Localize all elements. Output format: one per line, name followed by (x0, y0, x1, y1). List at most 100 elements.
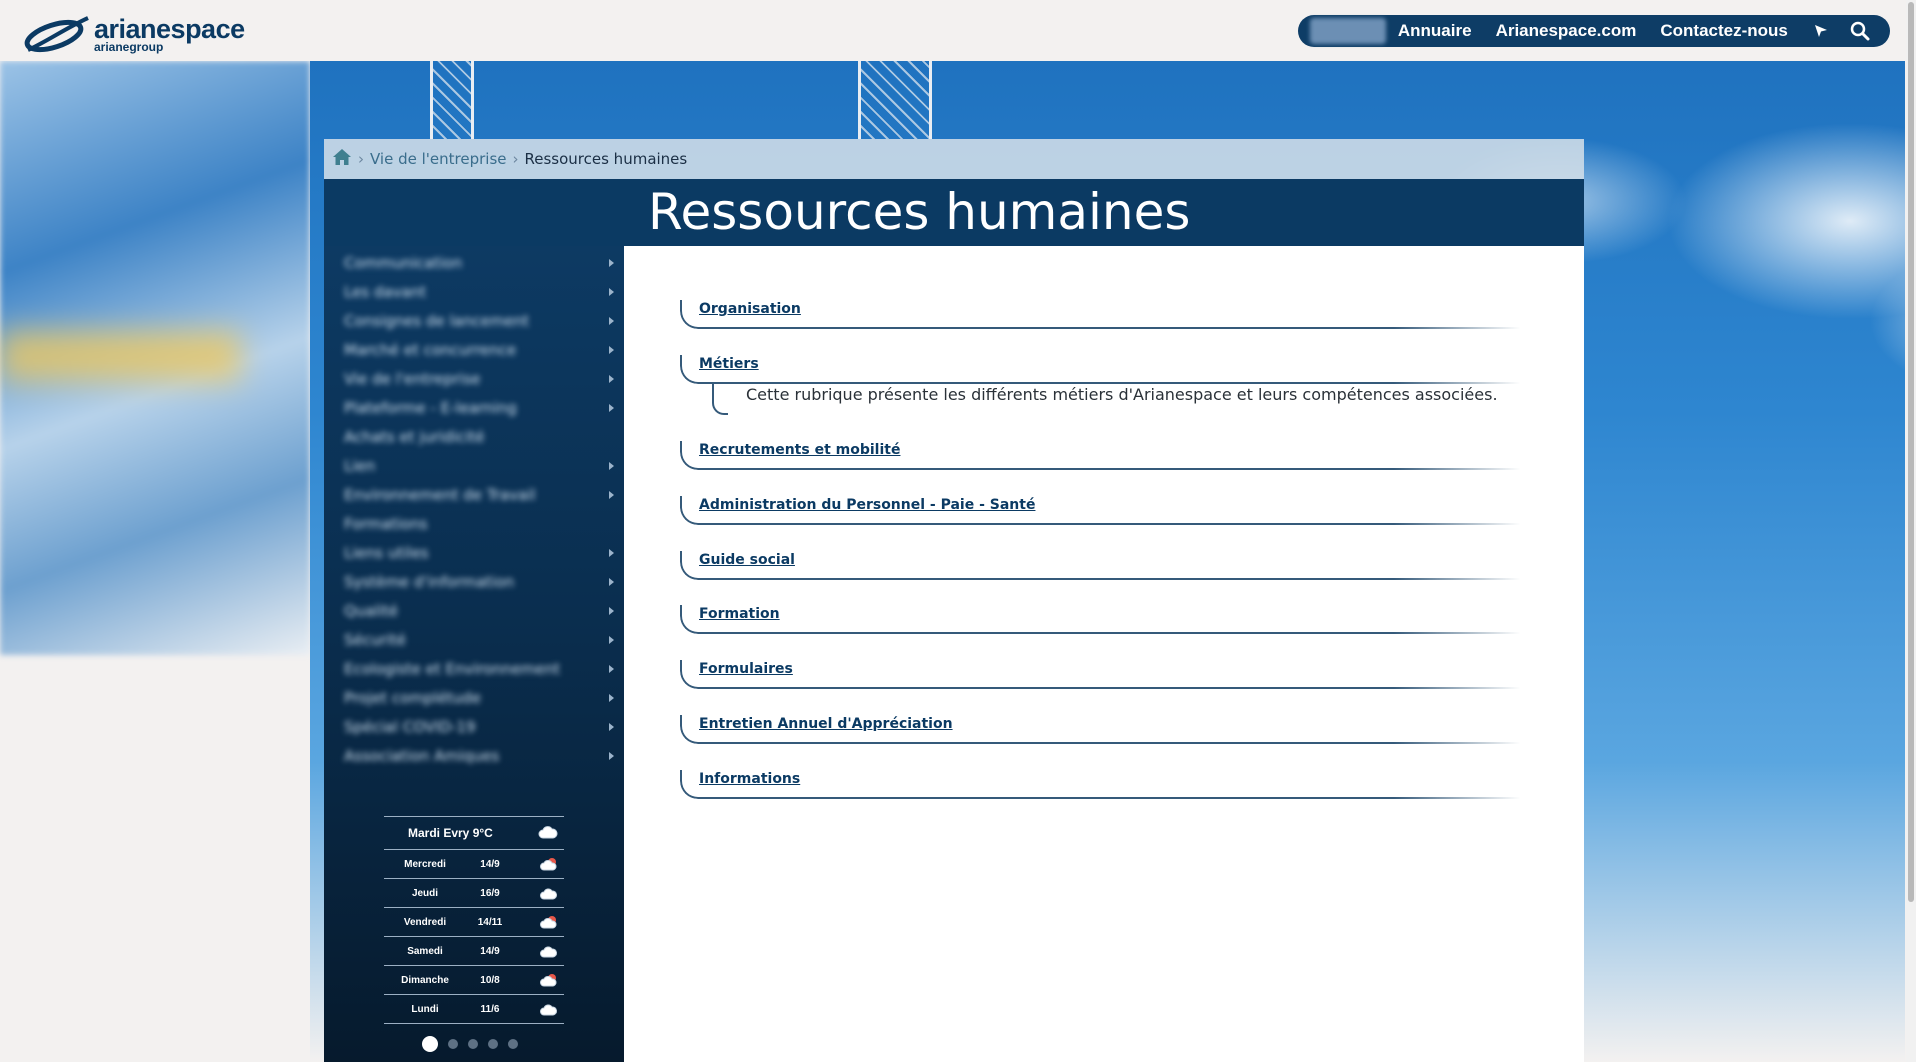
weather-day: Jeudi (411, 888, 439, 899)
weather-pager-dot[interactable] (508, 1039, 518, 1049)
sidebar-menu-item-label: Communication (344, 253, 463, 272)
section-title-link[interactable]: Formation (680, 603, 1520, 625)
logo-sub-text: arianegroup (94, 40, 164, 54)
weather-forecast-row: Vendredi 14/11 (384, 908, 564, 937)
content-section: Organisation (680, 298, 1520, 329)
nav-link-contactez-nous[interactable]: Contactez-nous (1660, 21, 1788, 41)
breadcrumb-separator-icon: › (358, 150, 364, 168)
sidebar-menu-item-label: Consignes de lancement (344, 311, 530, 330)
chevron-right-icon (609, 578, 614, 586)
weather-day: Mercredi (404, 859, 446, 870)
cloud-icon (540, 886, 558, 903)
weather-pager-dot[interactable] (448, 1039, 458, 1049)
sidebar-menu-item-label: Ecologiste et Environnement (344, 659, 561, 678)
chevron-right-icon (609, 665, 614, 673)
sidebar-menu-item[interactable]: Vie de l'entreprise (344, 364, 614, 393)
nav-link-arianespace-com[interactable]: Arianespace.com (1496, 21, 1637, 41)
chevron-right-icon (609, 549, 614, 557)
sidebar-menu-item[interactable]: Marché et concurrence (344, 335, 614, 364)
content-section: Formulaires (680, 658, 1520, 689)
chevron-right-icon (609, 462, 614, 470)
logo-swoosh-icon (24, 16, 89, 53)
weather-forecast-row: Mercredi 14/9 (384, 850, 564, 879)
weather-pager-dot[interactable] (422, 1036, 438, 1052)
sidebar-menu-item-label: Liens utiles (344, 543, 429, 562)
content-section: Formation (680, 603, 1520, 634)
weather-pager (422, 1036, 528, 1052)
sidebar: Communication Les davant Consignes de lanc… (324, 246, 624, 1062)
sidebar-menu-item-label: Achats et juridicité (344, 427, 485, 446)
sidebar-menu-item[interactable]: Environnement de Travail (344, 480, 614, 509)
weather-forecast-row: Jeudi 16/9 (384, 879, 564, 908)
sidebar-menu-item-label: Spécial COVID-19 (344, 717, 476, 736)
weather-temperature: 11/6 (480, 1004, 500, 1015)
background-tower (430, 61, 474, 139)
nav-link-annuaire[interactable]: Annuaire (1398, 21, 1472, 41)
weather-widget: Mardi Evry 9°C Mercredi 14/9 Jeudi 16/9 Vend… (384, 816, 564, 1024)
sidebar-menu-item[interactable]: Qualité (344, 596, 614, 625)
sun-cloud-icon (540, 915, 558, 932)
chevron-right-icon (609, 259, 614, 267)
page-title: Ressources humaines (648, 183, 1191, 241)
breadcrumb-link-vie-entreprise[interactable]: Vie de l'entreprise (370, 150, 507, 168)
sidebar-menu-item[interactable]: Communication (344, 248, 614, 277)
section-description: Cette rubrique présente les différents m… (746, 385, 1498, 404)
weather-day: Lundi (411, 1004, 439, 1015)
home-icon[interactable] (332, 148, 352, 170)
sidebar-menu-item[interactable]: Formations (344, 509, 614, 538)
sidebar-menu-item[interactable]: Ecologiste et Environnement (344, 654, 614, 683)
arianespace-logo[interactable]: arianespace arianegroup (22, 14, 252, 54)
search-icon[interactable] (1850, 20, 1870, 42)
section-title-link[interactable]: Organisation (680, 298, 1520, 320)
background-tower (858, 61, 932, 139)
weather-day: Vendredi (403, 917, 447, 928)
section-title-link[interactable]: Métiers (680, 353, 1520, 375)
sidebar-menu-item[interactable]: Association Amiques (344, 741, 614, 770)
sidebar-menu: Communication Les davant Consignes de lanc… (344, 248, 614, 770)
sidebar-menu-item[interactable]: Les davant (344, 277, 614, 306)
content-section: Informations (680, 768, 1520, 799)
sidebar-menu-item-label: Lien (344, 456, 376, 475)
sidebar-menu-item[interactable]: Achats et juridicité (344, 422, 614, 451)
content-section: Recrutements et mobilité (680, 439, 1520, 470)
page-scrollbar[interactable] (1906, 0, 1916, 1062)
sidebar-menu-item-label: Système d'information (344, 572, 515, 591)
weather-day: Samedi (407, 946, 443, 957)
cloud-icon (540, 944, 558, 961)
cloud-icon (540, 1002, 558, 1019)
sun-cloud-icon (540, 973, 558, 990)
chevron-right-icon (609, 723, 614, 731)
chevron-right-icon (609, 752, 614, 760)
content-section: Entretien Annuel d'Appréciation (680, 713, 1520, 744)
section-title-link[interactable]: Entretien Annuel d'Appréciation (680, 713, 1520, 735)
sidebar-menu-item-label: Vie de l'entreprise (344, 369, 481, 388)
sidebar-menu-item[interactable]: Spécial COVID-19 (344, 712, 614, 741)
weather-forecast-row: Samedi 14/9 (384, 937, 564, 966)
sidebar-menu-item[interactable]: Projet complétude (344, 683, 614, 712)
nav-item-blurred[interactable] (1310, 18, 1386, 44)
section-title-link[interactable]: Recrutements et mobilité (680, 439, 1520, 461)
sidebar-menu-item-label: Projet complétude (344, 688, 481, 707)
weather-today: Mardi Evry 9°C (384, 816, 564, 850)
sun-cloud-icon (540, 857, 558, 874)
sidebar-menu-item[interactable]: Sécurité (344, 625, 614, 654)
sidebar-menu-item[interactable]: Consignes de lancement (344, 306, 614, 335)
main-content: Organisation Métiers Cette rubrique présen… (624, 246, 1584, 1062)
section-title-link[interactable]: Guide social (680, 549, 1520, 571)
section-title-link[interactable]: Formulaires (680, 658, 1520, 680)
section-title-link[interactable]: Informations (680, 768, 1520, 790)
sidebar-menu-item[interactable]: Système d'information (344, 567, 614, 596)
top-bar: arianespace arianegroup Annuaire Arianes… (0, 0, 1906, 61)
sidebar-menu-item-label: Plateforme - E-learning (344, 398, 517, 417)
section-title-link[interactable]: Administration du Personnel - Paie - San… (680, 494, 1520, 516)
cloud-icon (538, 825, 558, 842)
sidebar-menu-item[interactable]: Plateforme - E-learning (344, 393, 614, 422)
chevron-right-icon (609, 636, 614, 644)
weather-pager-dot[interactable] (468, 1039, 478, 1049)
weather-pager-dot[interactable] (488, 1039, 498, 1049)
content-section: Administration du Personnel - Paie - San… (680, 494, 1520, 525)
sidebar-menu-item[interactable]: Liens utiles (344, 538, 614, 567)
cursor-icon[interactable] (1812, 20, 1830, 42)
breadcrumb-current: Ressources humaines (524, 150, 688, 168)
sidebar-menu-item[interactable]: Lien (344, 451, 614, 480)
